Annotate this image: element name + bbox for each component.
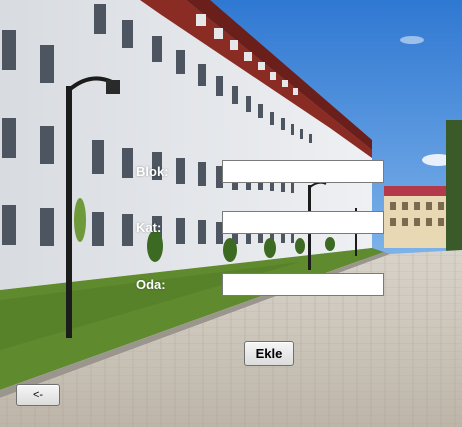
blok-input[interactable] bbox=[222, 160, 384, 183]
oda-label: Oda: bbox=[136, 277, 166, 292]
blok-label: Blok: bbox=[136, 164, 169, 179]
back-button[interactable]: <- bbox=[16, 384, 60, 406]
oda-input[interactable] bbox=[222, 273, 384, 296]
add-button[interactable]: Ekle bbox=[244, 341, 294, 366]
kat-input[interactable] bbox=[222, 211, 384, 234]
kat-label: Kat: bbox=[136, 220, 162, 235]
